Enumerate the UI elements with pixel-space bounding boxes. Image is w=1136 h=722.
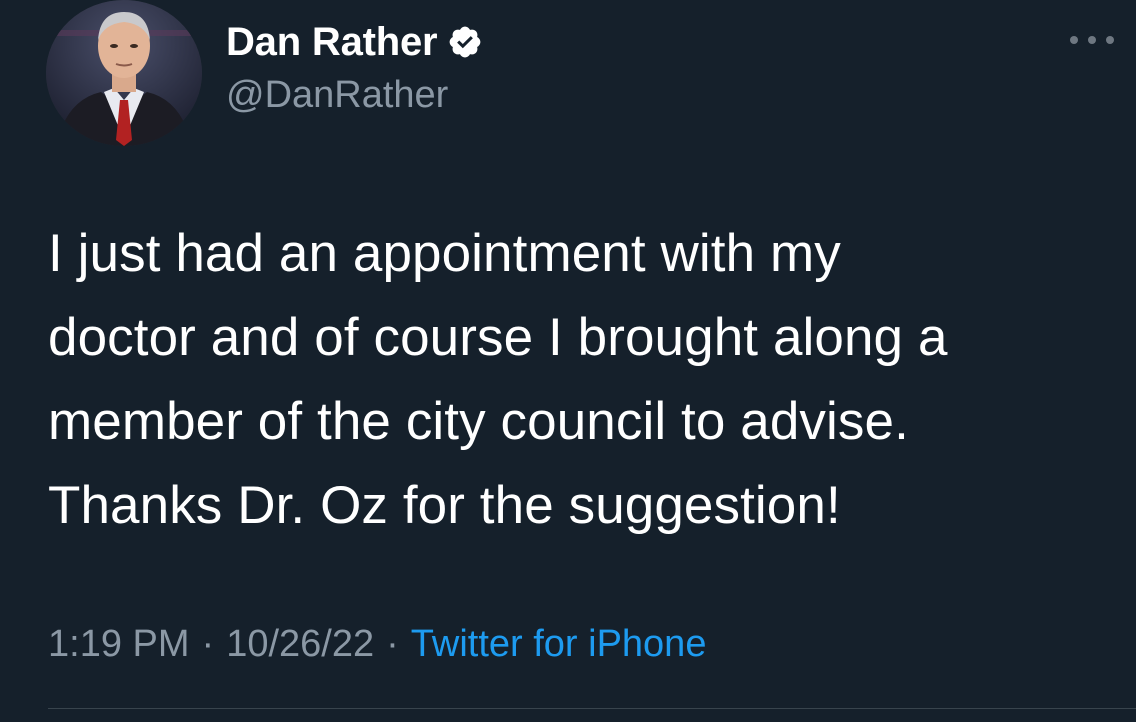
separator: · — [386, 623, 399, 665]
separator: · — [201, 623, 215, 665]
more-options-icon[interactable] — [1070, 28, 1114, 52]
author-handle[interactable]: @DanRather — [226, 72, 448, 118]
divider — [48, 708, 1136, 709]
tweet-text: I just had an appointment with my doctor… — [48, 224, 948, 535]
tweet-card: Dan Rather @DanRather I just had an appo… — [0, 0, 1136, 722]
tweet-date[interactable]: 10/26/22 — [226, 623, 374, 665]
verified-badge-icon — [447, 24, 483, 60]
dot-icon — [1106, 36, 1114, 44]
tweet-metadata: 1:19 PM · 10/26/22 · Twitter for iPhone — [48, 620, 706, 668]
display-name[interactable]: Dan Rather — [226, 18, 438, 66]
tweet-time[interactable]: 1:19 PM — [48, 623, 190, 665]
dot-icon — [1070, 36, 1078, 44]
dot-icon — [1088, 36, 1096, 44]
avatar-photo — [46, 0, 202, 146]
avatar[interactable] — [46, 0, 202, 146]
tweet-source-link[interactable]: Twitter for iPhone — [411, 623, 707, 665]
author-name-row[interactable]: Dan Rather — [226, 18, 483, 66]
